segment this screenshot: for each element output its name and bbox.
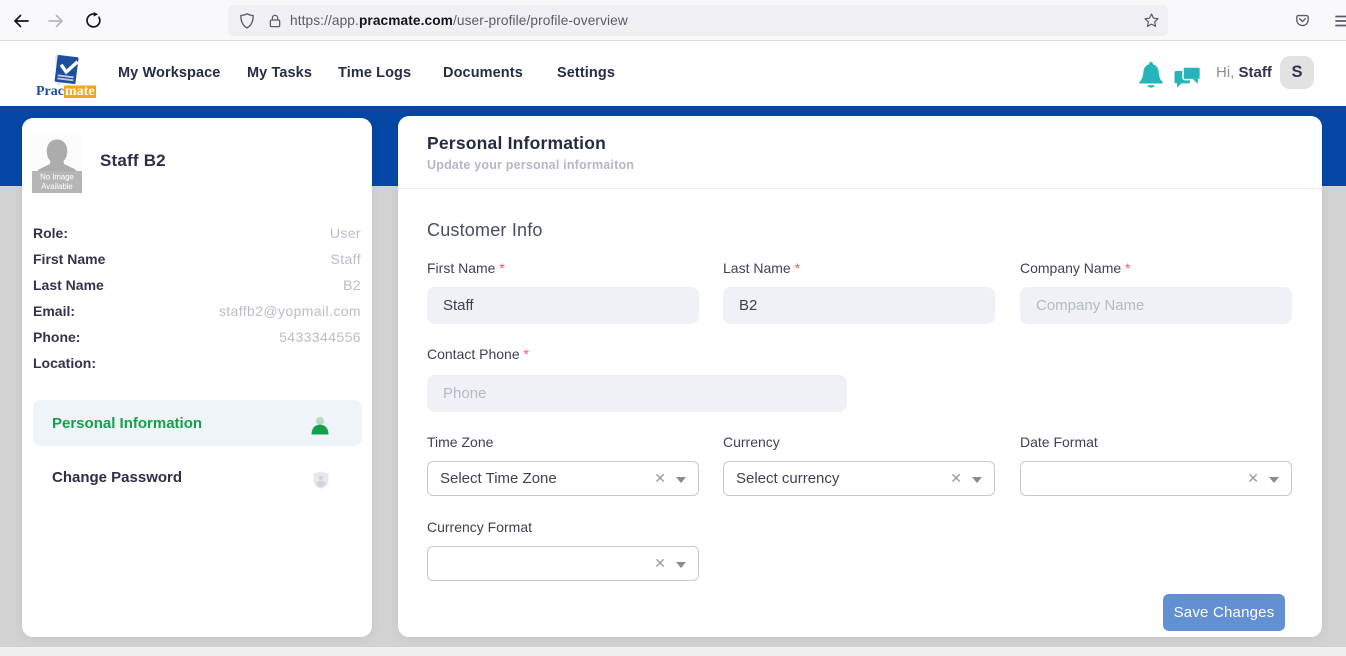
svg-text:Prac: Prac (36, 84, 64, 99)
svg-text:Available: Available (41, 182, 73, 191)
svg-text:mate: mate (65, 84, 95, 99)
svg-text:No Image: No Image (40, 173, 74, 182)
